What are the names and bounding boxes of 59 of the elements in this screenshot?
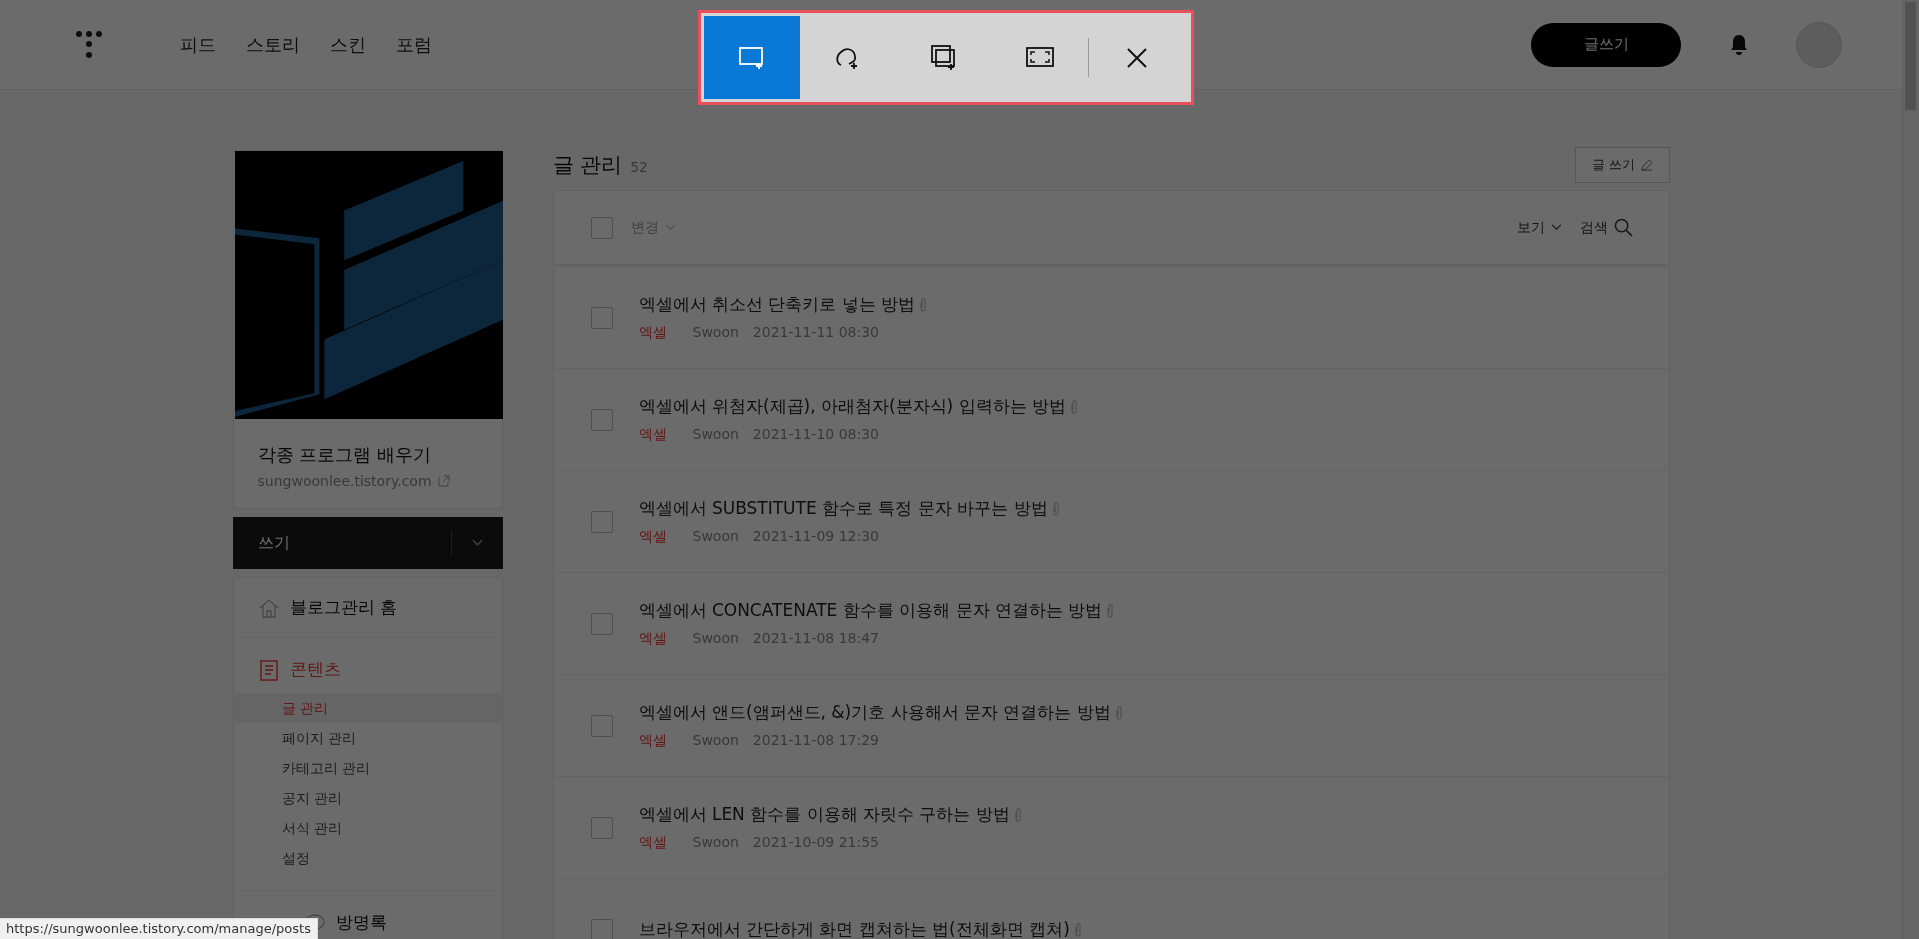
sidebar-subitem[interactable]: 서식 관리 <box>233 813 502 843</box>
sidebar-subitem[interactable]: 공지 관리 <box>233 783 502 813</box>
sidebar-item[interactable]: 블로그관리 홈 <box>233 588 502 627</box>
category-link[interactable]: 엑셀 <box>638 324 667 342</box>
post-checkbox[interactable] <box>590 408 613 431</box>
search-button[interactable]: 검색 <box>1579 218 1633 237</box>
paperclip-icon <box>1070 398 1079 415</box>
sidebar-item[interactable]: 콘텐츠 <box>233 650 502 689</box>
write-post-button[interactable]: 글 쓰기 <box>1575 147 1670 183</box>
sidebar-subitem[interactable]: 글 관리 <box>233 693 502 723</box>
scrollbar[interactable] <box>1902 0 1919 939</box>
external-link-icon <box>437 475 450 487</box>
post-checkbox[interactable] <box>590 918 613 939</box>
post-checkbox[interactable] <box>590 816 613 839</box>
post-title-link[interactable]: 엑셀에서 CONCATENATE 함수를 이용해 문자 연결하는 방법 <box>638 599 1103 622</box>
post-title-link[interactable]: 브라우저에서 간단하게 화면 캡쳐하는 법(전체화면 캡쳐) <box>638 918 1070 939</box>
post-title-link[interactable]: 엑셀에서 앤드(앰퍼샌드, &)기호 사용해서 문자 연결하는 방법 <box>638 701 1111 724</box>
sidebar-subitem[interactable]: 설정 <box>233 843 502 873</box>
category-link[interactable]: 엑셀 <box>638 426 667 444</box>
search-icon <box>1613 218 1633 237</box>
caret-icon <box>1550 224 1562 231</box>
bell-icon[interactable] <box>1729 33 1749 56</box>
post-checkbox[interactable] <box>590 714 613 737</box>
nav-link[interactable]: 스킨 <box>330 32 366 57</box>
write-menu-label: 쓰기 <box>257 532 291 554</box>
category-link[interactable]: 엑셀 <box>638 630 667 648</box>
paperclip-icon <box>1013 806 1022 823</box>
link-url-tooltip: https://sungwoonlee.tistory.com/manage/posts <box>0 918 318 939</box>
paperclip-icon <box>1073 921 1082 938</box>
document-icon <box>257 658 280 681</box>
blog-title: 각종 프로그램 배우기 <box>257 443 432 467</box>
select-all-checkbox[interactable] <box>590 216 613 239</box>
write-button[interactable]: 글쓰기 <box>1531 22 1681 67</box>
category-link[interactable]: 엑셀 <box>638 732 667 750</box>
paperclip-icon <box>1106 602 1115 619</box>
page-title: 글 관리 <box>552 153 623 177</box>
paperclip-icon <box>1114 704 1123 721</box>
logo-icon[interactable] <box>74 29 104 60</box>
caret-icon <box>664 224 676 231</box>
post-title-link[interactable]: 엑셀에서 취소선 단축키로 넣는 방법 <box>638 293 916 316</box>
paperclip-icon <box>1051 500 1060 517</box>
post-checkbox[interactable] <box>590 306 613 329</box>
post-checkbox[interactable] <box>590 612 613 635</box>
category-link[interactable]: 엑셀 <box>638 528 667 546</box>
write-menu-bar[interactable]: 쓰기 <box>232 517 503 569</box>
sidebar-subitem[interactable]: 페이지 관리 <box>233 723 502 753</box>
pencil-icon <box>1639 158 1653 172</box>
post-checkbox[interactable] <box>590 510 613 533</box>
post-title-link[interactable]: 엑셀에서 LEN 함수를 이용해 자릿수 구하는 방법 <box>638 803 1010 826</box>
nav-link[interactable]: 포럼 <box>396 32 432 57</box>
post-title-link[interactable]: 엑셀에서 위첨자(제곱), 아래첨자(분자식) 입력하는 방법 <box>638 395 1067 418</box>
category-link[interactable]: 엑셀 <box>638 834 667 852</box>
post-title-link[interactable]: 엑셀에서 SUBSTITUTE 함수로 특정 문자 바꾸는 방법 <box>638 497 1048 520</box>
nav-link[interactable]: 피드 <box>180 32 216 57</box>
close-icon <box>1126 46 1148 69</box>
view-dropdown[interactable]: 보기 <box>1516 218 1562 237</box>
nav-link[interactable]: 스토리 <box>246 32 300 57</box>
sidebar-subitem[interactable]: 카테고리 관리 <box>233 753 502 783</box>
paperclip-icon <box>919 296 928 313</box>
